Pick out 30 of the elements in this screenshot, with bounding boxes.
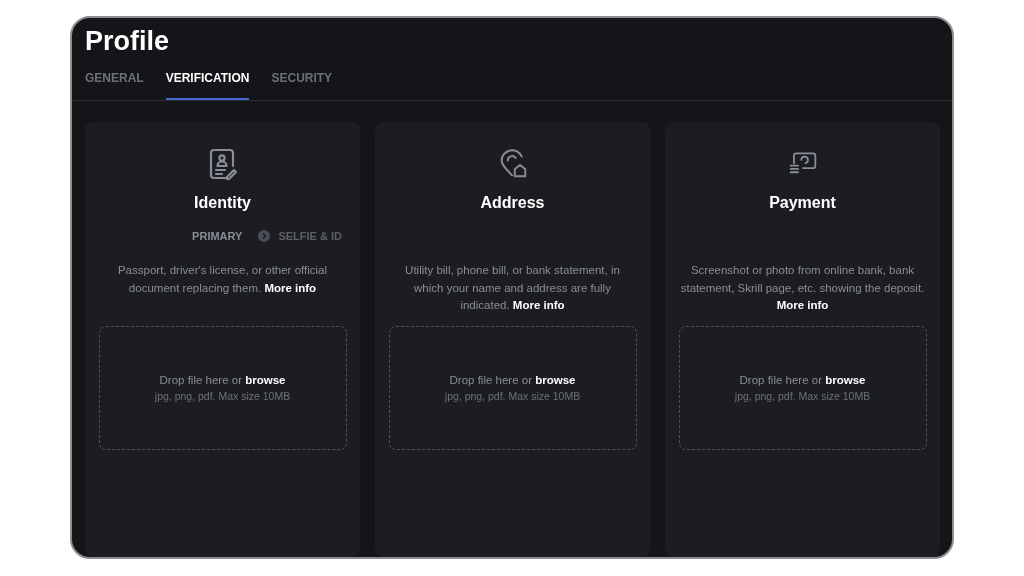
drop-text: Drop file here or browse: [449, 374, 576, 386]
chevron-icon: [258, 230, 271, 242]
more-info-link[interactable]: More info: [512, 299, 565, 311]
drop-zone[interactable]: Drop file here or browse jpg, png, pdf. Max size 10MB: [98, 326, 347, 450]
drop-zone[interactable]: Drop file here or browse jpg, png, pdf. Max size 10MB: [678, 326, 927, 450]
page-title: Profile: [84, 25, 171, 57]
step-label: SELFIE & ID: [278, 230, 342, 242]
card-description: Passport, driver's license, or other official document replacing them. More info: [116, 263, 329, 296]
file-hint: jpg, png, pdf. Max size 10MB: [444, 390, 581, 402]
card-title: Identity: [194, 194, 251, 212]
browse-link[interactable]: browse: [535, 374, 576, 386]
card-title: Address: [480, 194, 545, 212]
location-home-icon: [498, 148, 527, 180]
tab[interactable]: SECURITY: [271, 67, 333, 100]
drop-text: Drop file here or browse: [739, 374, 866, 386]
file-hint: jpg, png, pdf. Max size 10MB: [154, 390, 291, 402]
file-hint: jpg, png, pdf. Max size 10MB: [734, 390, 871, 402]
card-title: Payment: [769, 194, 836, 212]
more-info-link[interactable]: More info: [776, 299, 829, 311]
card-description: Screenshot or photo from online bank, bank statement, Skrill page, etc. showing the deposit. More info: [679, 263, 926, 313]
browse-link[interactable]: browse: [825, 374, 866, 386]
browse-link[interactable]: browse: [245, 374, 286, 386]
tab[interactable]: VERIFICATION: [165, 67, 250, 100]
step-label: PRIMARY: [192, 230, 243, 242]
drop-text: Drop file here or browse: [159, 374, 286, 386]
tab[interactable]: GENERAL: [85, 67, 144, 100]
id-document-icon: [208, 148, 237, 180]
card-description: Utility bill, phone bill, or bank statement, in which your name and address are fully indicated. More info: [404, 263, 621, 313]
more-info-link[interactable]: More info: [264, 281, 317, 294]
drop-zone[interactable]: Drop file here or browse jpg, png, pdf. Max size 10MB: [388, 326, 637, 450]
